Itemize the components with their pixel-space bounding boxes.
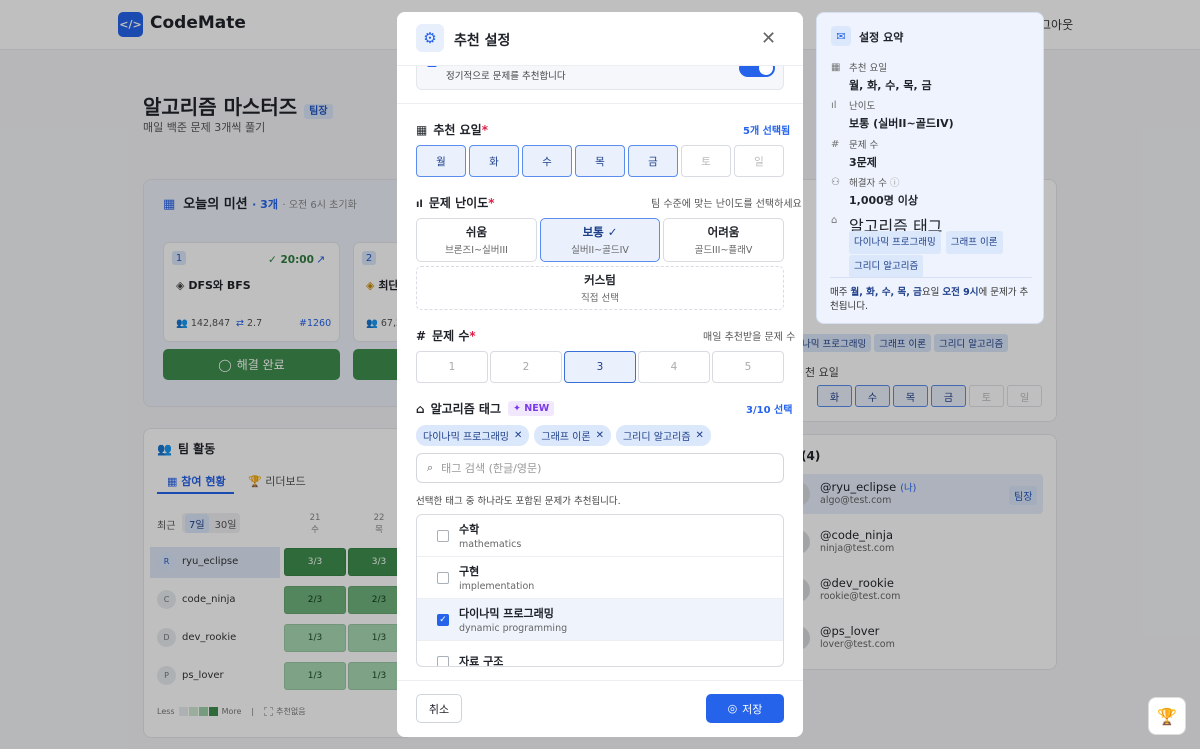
hash-icon: # [831,139,840,150]
summary-footer: 매주 월, 화, 수, 목, 금요일 오전 9시에 문제가 추천됩니다. [830,287,1029,312]
divider [397,103,803,104]
gear-icon: ⚙ [416,24,444,52]
tag-list: 수학 mathematics 구현 implementation ✓ 다이나믹 프로그… [416,514,784,667]
count-button[interactable]: 2 [490,351,562,383]
checkbox[interactable]: ✓ [437,613,449,626]
users-icon: ⚇ [831,177,840,188]
calendar-icon: ▦ [831,62,841,73]
list-item[interactable]: 구현 implementation [417,557,783,599]
tag-icon: ⌂ [416,401,425,416]
day-button[interactable]: 월 [416,145,466,177]
difficulty-hint: 팀 수준에 맞는 난이도를 선택하세요 [651,199,802,210]
check-circle-icon: ✓ [607,225,618,239]
day-button[interactable]: 화 [469,145,519,177]
modal-title: 추천 설정 [454,33,511,49]
remove-tag-icon[interactable]: ✕ [696,430,704,441]
tags-note: 선택한 태그 중 하나라도 포함된 문제가 추천됩니다. [416,496,621,507]
day-button[interactable]: 일 [734,145,784,177]
difficulty-hard[interactable]: 어려움 골드III~플래V [663,218,784,262]
difficulty-easy[interactable]: 쉬움 브론즈I~실버III [416,218,537,262]
tag-search-input[interactable]: ⌕ 태그 검색 (한글/영문) [416,453,784,483]
summary-count: 문제 수 3문제 [849,140,879,169]
new-badge: ✦ NEW [508,401,555,416]
selected-tags: 다이나믹 프로그래밍 ✕ 그래프 이론 ✕ 그리디 알고리즘 ✕ [416,425,716,446]
list-item[interactable]: 자료 구조 [417,641,783,666]
summary-difficulty: 난이도 보통 (실버II~골드IV) [849,101,954,130]
check-circle-icon: ◎ [727,702,738,715]
signal-icon: ıl [831,100,837,111]
difficulty-normal[interactable]: 보통 ✓ 실버II~골드IV [540,218,660,262]
summary-days: 추천 요일 월, 화, 수, 목, 금 [849,63,932,92]
day-button[interactable]: 수 [522,145,572,177]
count-button[interactable]: 4 [638,351,710,383]
trophy-icon: 🏆 [1157,706,1177,726]
remove-tag-icon[interactable]: ✕ [596,430,604,441]
info-icon: ⓘ [890,178,900,189]
tags-count: 3/10 선택 [746,405,793,416]
days-count: 5개 선택됨 [743,126,791,137]
tag-chip: 그리디 알고리즘 ✕ [615,425,711,446]
save-button[interactable]: ◎ 저장 [706,694,784,723]
calendar-icon: ▦ [416,123,428,137]
day-button[interactable]: 금 [628,145,678,177]
modal-header: ⚙ 추천 설정 ✕ [397,12,803,66]
difficulty-custom[interactable]: 커스텀 직접 선택 [416,266,784,310]
close-icon[interactable]: ✕ [761,28,776,49]
tag-chip: 그래프 이론 ✕ [534,425,611,446]
day-button[interactable]: 토 [681,145,731,177]
tag-chip: 다이나믹 프로그래밍 ✕ [416,425,530,446]
summary-title: 설정 요약 [859,31,904,44]
toggle-description: 정기적으로 문제를 추천합니다 [446,71,566,82]
divider [830,277,1032,278]
checkbox[interactable] [437,571,449,584]
count-label: # 문제 수* [416,329,476,343]
days-label: ▦ 추천 요일* [416,123,488,137]
hash-icon: # [416,329,427,343]
cancel-button[interactable]: 취소 [416,694,462,723]
summary-solvers: 해결자 수 ⓘ 1,000명 이상 [849,178,918,207]
checkbox[interactable] [437,655,449,666]
count-button[interactable]: 1 [416,351,488,383]
summary-tags: 다이나믹 프로그래밍 그래프 이론 그리디 알고리즘 [849,230,1034,278]
remove-tag-icon[interactable]: ✕ [514,430,522,441]
checkbox[interactable] [437,529,449,542]
day-button[interactable]: 목 [575,145,625,177]
list-item[interactable]: ✓ 다이나믹 프로그래밍 dynamic programming [417,599,783,641]
list-item[interactable]: 수학 mathematics [417,515,783,557]
mail-icon: ✉ [831,26,851,46]
recommend-settings-modal: 정기적으로 문제를 추천합니다 ⚙ 추천 설정 ✕ ▦ 추천 요일* 5개 선택됨… [397,12,803,737]
count-button[interactable]: 3 [564,351,636,383]
difficulty-label: ıl 문제 난이도* [416,196,495,210]
tags-label: ⌂ 알고리즘 태그 ✦ NEW [416,400,555,417]
signal-icon: ıl [416,199,423,210]
tag-icon: ⌂ [831,215,838,226]
sparkle-icon: ✦ [513,403,521,414]
settings-summary-panel: ✉ 설정 요약 ▦ 추천 요일 월, 화, 수, 목, 금 ıl 난이도 보통 (실… [816,12,1044,324]
search-icon: ⌕ [427,461,434,474]
trophy-fab-button[interactable]: 🏆 [1148,697,1186,735]
count-hint: 매일 추천받을 문제 수 [703,332,796,343]
count-button[interactable]: 5 [712,351,784,383]
